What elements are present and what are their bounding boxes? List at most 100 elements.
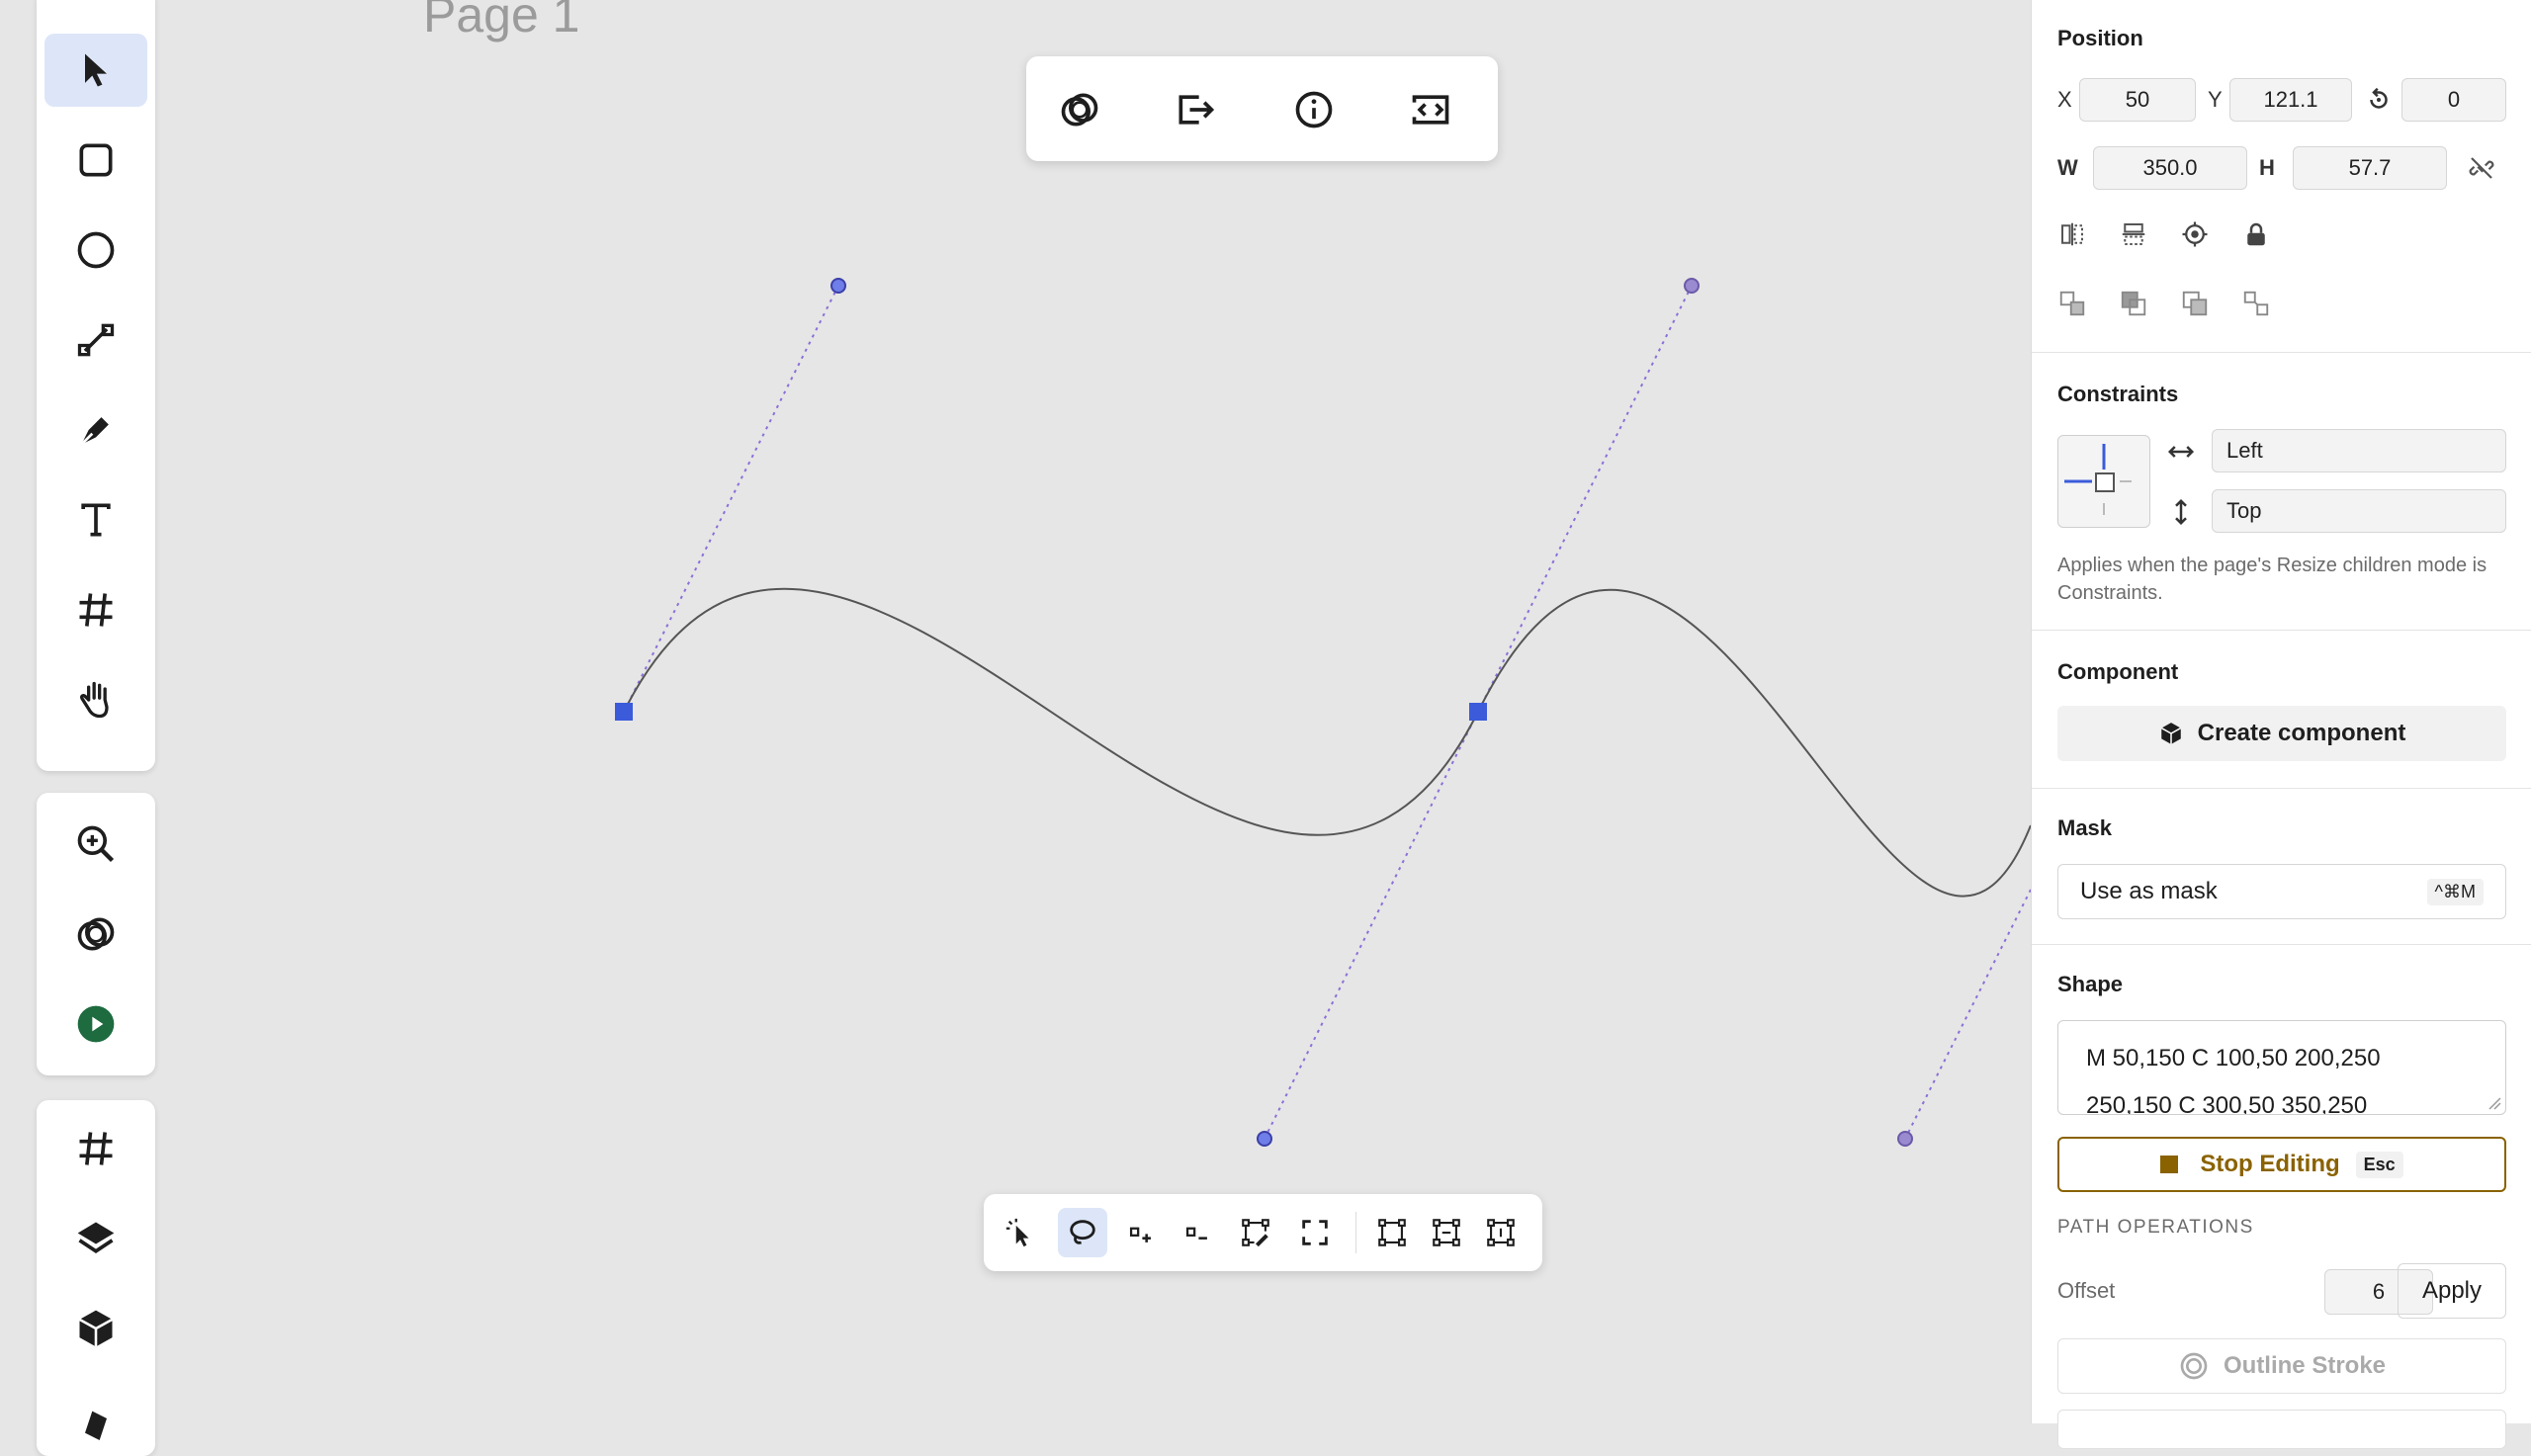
anchor-point [1469,703,1487,721]
path-data-textarea[interactable]: M 50,150 C 100,50 200,250 250,150 C 300,… [2057,1020,2506,1115]
section-divider [2032,788,2531,789]
boolean-tool[interactable] [44,898,147,971]
unlink-proportions-icon[interactable] [2467,153,2496,183]
resize-handle-icon[interactable] [2487,1096,2501,1110]
y-label: Y [2208,87,2223,112]
direct-select-button[interactable] [996,1208,1045,1257]
path-operations-title: PATH OPERATIONS [2057,1217,2254,1238]
remove-point-icon [1185,1227,1207,1240]
bring-to-front-icon[interactable] [2119,289,2148,318]
rectangle-tool[interactable] [44,124,147,197]
boolean-icon [77,917,115,951]
constraints-note: Applies when the page's Resize children … [2057,555,2487,604]
panels-switcher [37,1100,155,1456]
code-button[interactable] [1403,82,1458,137]
align-nodes-right-button[interactable] [1476,1208,1526,1257]
stop-icon [2160,1156,2179,1173]
control-point [1897,1131,1913,1147]
width-field[interactable]: 350.0 [2093,146,2247,190]
path-data-line: M 50,150 C 100,50 200,250 [2086,1045,2381,1071]
horizontal-constraint-icon [2167,446,2195,458]
section-divider [2032,944,2531,945]
frames-panel-button[interactable] [44,1112,147,1185]
w-label: W [2057,155,2078,180]
selection-toolbar [1026,56,1498,161]
align-nodes-left-button[interactable] [1367,1208,1417,1257]
line-tool[interactable] [44,303,147,377]
direct-select-icon [1005,1218,1029,1247]
play-button[interactable] [44,987,147,1061]
path-edit-toolbar [984,1194,1542,1271]
height-field[interactable]: 57.7 [2293,146,2447,190]
flip-horizontal-icon[interactable] [2057,219,2087,249]
send-backward-icon[interactable] [2180,289,2210,318]
component-icon [2160,723,2181,744]
target-icon[interactable] [2180,219,2210,249]
control-point [1257,1131,1272,1147]
offset-label: Offset [2057,1278,2116,1303]
remove-point-button[interactable] [1173,1208,1222,1257]
x-field[interactable]: 50 [2079,78,2196,122]
h-label: H [2259,155,2275,180]
flip-vertical-icon[interactable] [2119,219,2148,249]
close-path-button[interactable] [1290,1208,1340,1257]
mask-shortcut: ^⌘M [2426,878,2484,905]
text-tool[interactable] [44,483,147,557]
stop-editing-shortcut: Esc [2355,1151,2403,1178]
next-path-operation-button[interactable] [2057,1410,2506,1449]
position-section-title: Position [2057,26,2143,50]
handle-line [1264,711,1479,1140]
edit-path-button[interactable] [1231,1208,1280,1257]
constraints-diagram-icon [2064,444,2132,515]
add-point-icon [1129,1227,1151,1242]
rotation-field[interactable]: 0 [2401,78,2506,122]
lasso-icon [1070,1220,1095,1244]
lock-icon[interactable] [2241,219,2271,249]
design-panel: Position X 50 Y 121.1 0 W 350.0 H 57.7 C… [2031,0,2531,1449]
component-section-title: Component [2057,659,2179,684]
x-label: X [2057,87,2072,112]
section-divider [2032,630,2531,631]
handle-line [1477,285,1693,713]
constraints-widget[interactable] [2057,435,2150,528]
vertical-constraint-select[interactable]: Top [2212,489,2506,533]
align-nodes-center-button[interactable] [1422,1208,1471,1257]
use-as-mask-button[interactable]: Use as mask ^⌘M [2057,864,2506,919]
info-icon [1295,91,1333,128]
frame-tool[interactable] [44,573,147,646]
export-icon [1178,95,1215,125]
zoom-icon [77,825,115,863]
bring-forward-icon[interactable] [2057,289,2087,318]
components-panel-button[interactable] [44,1292,147,1365]
y-field[interactable]: 121.1 [2229,78,2352,122]
send-to-back-icon[interactable] [2241,289,2271,318]
pointer-tool[interactable] [44,34,147,107]
lasso-button[interactable] [1058,1208,1107,1257]
create-component-button[interactable]: Create component [2057,706,2506,761]
logo-icon [44,0,147,4]
outline-stroke-label: Outline Stroke [2223,1352,2387,1379]
apply-offset-button[interactable]: Apply [2398,1263,2506,1319]
anchor-point [615,703,633,721]
export-button[interactable] [1168,82,1223,137]
horizontal-constraint-select[interactable]: Left [2212,429,2506,472]
pen-tool[interactable] [44,393,147,467]
edit-path-icon [1242,1219,1269,1247]
layers-icon [77,1222,115,1254]
stop-editing-button[interactable]: Stop Editing Esc [2057,1137,2506,1192]
outline-stroke-button[interactable]: Outline Stroke [2057,1338,2506,1394]
line-icon [77,323,115,357]
ellipse-tool[interactable] [44,214,147,287]
section-divider [2032,352,2531,353]
info-button[interactable] [1286,82,1342,137]
layers-panel-button[interactable] [44,1202,147,1275]
frame-icon [79,593,113,627]
boolean-button[interactable] [1052,82,1107,137]
handle-line [623,285,839,713]
add-point-button[interactable] [1116,1208,1166,1257]
hand-tool[interactable] [44,663,147,736]
code-icon [1412,95,1449,125]
rectangle-icon [79,143,113,177]
assets-panel-button[interactable] [44,1382,147,1455]
zoom-tool[interactable] [44,808,147,881]
